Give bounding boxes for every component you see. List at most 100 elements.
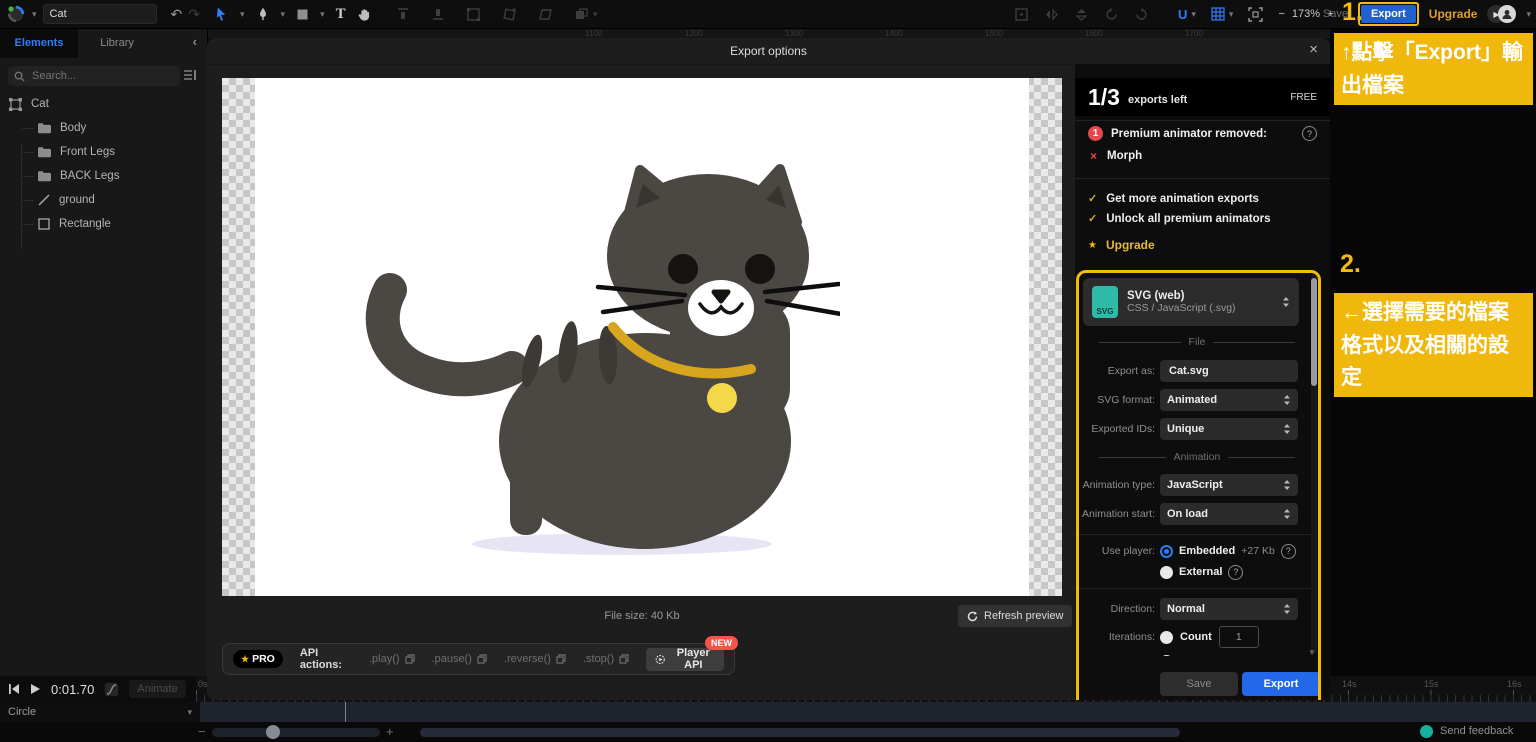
layer-row-body[interactable]: Body [22,116,86,140]
fit-to-screen-icon[interactable] [1248,7,1263,22]
export-button[interactable]: Export [1361,5,1416,23]
scroll-down-chevron-icon[interactable]: ▼ [1308,648,1316,657]
flip-horizontal-icon[interactable] [1044,7,1059,22]
app-logo-icon[interactable] [6,4,26,24]
pen-tool-caret-icon[interactable]: ▾ [281,9,286,20]
copy-icon[interactable] [477,654,487,664]
grid-icon[interactable] [1211,7,1225,21]
copy-icon[interactable] [556,654,566,664]
save-settings-button[interactable]: Save [1160,672,1238,696]
svg-format-select[interactable]: Animated [1160,389,1298,411]
help-icon[interactable]: ? [1281,544,1296,559]
panel-scrollbar-thumb[interactable] [1311,278,1317,386]
radio-infinite[interactable] [1160,655,1173,657]
export-confirm-button[interactable]: Export [1242,672,1320,696]
exported-ids-select[interactable]: Unique [1160,418,1298,440]
skip-to-start-icon[interactable] [8,683,20,695]
project-name-input[interactable] [43,4,157,24]
select-tool-icon[interactable] [214,6,229,22]
panel-scrollbar[interactable] [1311,274,1317,654]
upgrade-link[interactable]: Upgrade [1429,7,1478,21]
snapping-icon[interactable]: U [1178,7,1187,22]
field-label: Iterations: [1075,631,1155,643]
track-header-circle[interactable]: Circle ▾ [0,702,200,722]
radio-embedded[interactable] [1160,545,1173,558]
layer-row-back-legs[interactable]: BACK Legs [22,164,119,188]
avatar[interactable] [1498,5,1516,23]
flip-vertical-icon[interactable] [1074,7,1089,22]
playhead[interactable] [345,702,346,722]
radio-count[interactable] [1160,631,1173,644]
layer-list-options-icon[interactable] [183,68,197,82]
tutorial-overlay-column: ↑點擊「Export」輸出檔案 2. ←選擇需要的檔案格式以及相關的設定 [1330,28,1536,676]
timeline-zoom-in[interactable]: + [386,724,394,739]
pen-tool-icon[interactable] [256,6,270,22]
export-as-input[interactable] [1167,364,1291,378]
player-api-button[interactable]: Player API NEW [646,648,724,671]
frame-icon[interactable] [1014,7,1029,22]
rotate-right-icon[interactable] [1134,7,1149,22]
track-caret-icon[interactable]: ▾ [187,707,192,718]
animate-button[interactable]: Animate [129,680,185,698]
shape-tool-caret-icon[interactable]: ▾ [320,9,325,20]
undo-icon[interactable]: ↶ [171,7,183,21]
field-direction: Direction: Normal [1075,598,1303,620]
snapping-caret-icon[interactable]: ▾ [1191,9,1196,20]
timeline-zoom-handle[interactable] [266,725,280,739]
search-input[interactable] [30,69,144,83]
redo-icon[interactable]: ↷ [188,7,200,21]
timeline-horizontal-scrollbar[interactable] [420,728,1180,737]
rotate-left-icon[interactable] [1104,7,1119,22]
scale-tool-icon[interactable] [466,7,481,22]
group-tool-icon[interactable] [574,7,589,22]
layer-row-front-legs[interactable]: Front Legs [22,140,115,164]
refresh-preview-button[interactable]: Refresh preview [958,605,1072,627]
zoom-out-button[interactable]: − [1278,8,1284,20]
align-bottom-icon[interactable] [431,7,445,21]
direction-select[interactable]: Normal [1160,598,1298,620]
tab-elements[interactable]: Elements [0,28,78,58]
zoom-level-value[interactable]: 173% [1292,8,1320,20]
format-selector[interactable]: SVG SVG (web) CSS / JavaScript (.svg) [1083,278,1299,326]
top-toolbar: ▾ ↶ ↷ ▾ ▾ ▾ T [0,0,1536,29]
timeline-zoom-slider[interactable] [212,728,380,737]
upgrade-link-panel[interactable]: Upgrade [1106,238,1155,252]
radio-external[interactable] [1160,566,1173,579]
group-tool-caret-icon[interactable]: ▾ [593,9,598,20]
skew-tool-icon[interactable] [538,7,553,22]
rotate-tool-icon[interactable] [502,7,517,22]
help-icon[interactable]: ? [1228,565,1243,580]
ruler-label: 1500 [985,29,1003,38]
copy-icon[interactable] [619,654,629,664]
help-icon[interactable]: ? [1302,126,1317,141]
ruler-label: 1100 [585,29,602,38]
send-feedback-link[interactable]: Send feedback [1440,725,1513,737]
hand-tool-icon[interactable] [357,7,371,22]
feedback-icon[interactable] [1420,725,1433,738]
logo-menu-caret-icon[interactable]: ▾ [32,9,37,20]
grid-caret-icon[interactable]: ▾ [1229,9,1234,20]
api-action-pause[interactable]: .pause() [432,653,487,665]
api-action-reverse[interactable]: .reverse() [504,653,566,665]
layer-row-rectangle[interactable]: Rectangle [22,212,111,236]
api-action-stop[interactable]: .stop() [583,653,629,665]
close-icon[interactable]: × [1309,41,1318,58]
play-icon[interactable] [30,683,41,695]
layer-row-ground[interactable]: ground [22,188,95,212]
layer-row-cat[interactable]: Cat [8,92,49,116]
rectangle-icon [37,217,51,231]
iterations-count-input[interactable] [1219,626,1259,648]
tab-library[interactable]: Library [81,28,153,58]
align-top-icon[interactable] [396,7,410,21]
account-caret-icon[interactable]: ▾ [1526,9,1531,20]
copy-icon[interactable] [405,654,415,664]
shape-tool-icon[interactable] [296,8,309,21]
select-tool-caret-icon[interactable]: ▾ [240,9,245,20]
api-action-play[interactable]: .play() [369,653,415,665]
collapse-sidebar-icon[interactable]: ‹ [193,34,197,49]
animation-start-select[interactable]: On load [1160,503,1298,525]
animation-type-select[interactable]: JavaScript [1160,474,1298,496]
timeline-zoom-out[interactable]: − [198,724,206,739]
easing-icon[interactable] [104,682,119,697]
text-tool-icon[interactable]: T [336,6,346,23]
